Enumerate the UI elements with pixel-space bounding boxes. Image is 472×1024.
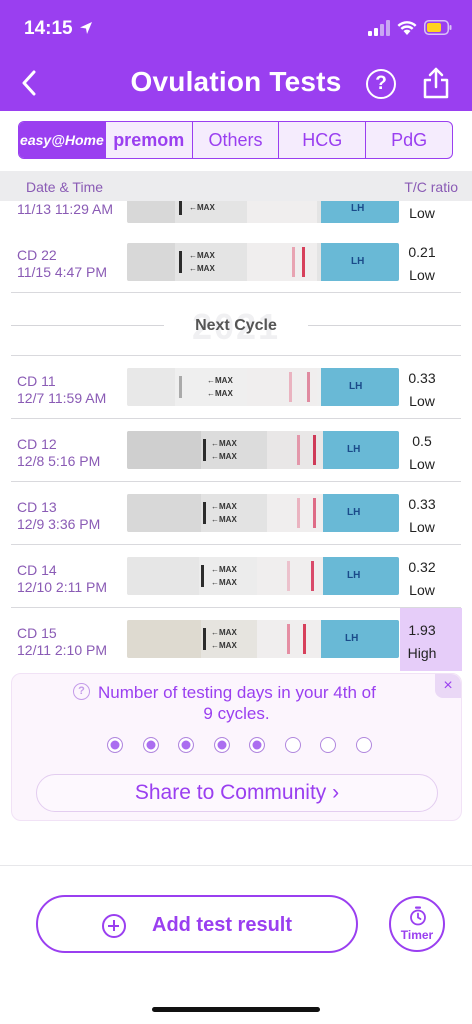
page-title: Ovulation Tests — [130, 66, 342, 97]
status-bar: 14:15 — [0, 0, 472, 56]
tab-premom[interactable]: premom — [104, 122, 192, 158]
row-cycle-day: CD 22 — [17, 247, 57, 263]
testing-days-message-cont: 9 cycles. — [203, 704, 270, 723]
test-strip-image: ←MAX LH — [127, 201, 399, 223]
row-date: 11/13 11:29 AM — [17, 201, 113, 217]
tab-easy-at-home[interactable]: easy@Home — [19, 122, 105, 158]
test-strip-image: ←MAX ←MAX LH — [127, 557, 399, 595]
column-date-time: Date & Time — [26, 179, 104, 195]
row-date: 12/7 11:59 AM — [17, 390, 107, 406]
tab-pdg[interactable]: PdG — [365, 122, 452, 158]
cellular-signal-icon — [368, 20, 390, 36]
table-row[interactable]: CD 13 12/9 3:36 PM ←MAX ←MAX LH 0.33 Low — [0, 482, 472, 545]
divider — [0, 865, 472, 866]
tab-hcg[interactable]: HCG — [278, 122, 365, 158]
progress-dot-empty — [320, 737, 336, 753]
share-icon[interactable] — [420, 66, 452, 100]
row-ratio: 0.32 — [408, 559, 436, 575]
progress-dot-empty — [284, 737, 301, 753]
row-level: Low — [409, 519, 435, 535]
row-level: Low — [409, 456, 435, 472]
row-cycle-day: CD 14 — [17, 562, 57, 578]
row-level: Low — [409, 393, 435, 409]
row-date: 11/15 4:47 PM — [17, 264, 108, 280]
question-icon[interactable]: ? — [73, 683, 90, 700]
row-cycle-day: CD 15 — [17, 625, 57, 641]
table-row[interactable]: CD 11 12/7 11:59 AM ←MAX ←MAX LH 0.33 Lo… — [0, 356, 472, 419]
tab-others[interactable]: Others — [191, 122, 279, 158]
test-strip-image: ←MAX ←MAX LH — [127, 494, 399, 532]
row-level: Low — [409, 267, 435, 283]
row-date: 12/8 5:16 PM — [17, 453, 101, 469]
table-row[interactable]: CD 14 12/10 2:11 PM ←MAX ←MAX LH 0.32 Lo… — [0, 545, 472, 608]
row-cycle-day: CD 11 — [17, 373, 56, 389]
row-ratio: 0.5 — [412, 433, 432, 449]
test-strip-image: ←MAX ←MAX LH — [127, 620, 399, 658]
app-header: 14:15 Ovulation Tests ? — [0, 0, 472, 111]
help-button[interactable]: ? — [366, 69, 396, 99]
row-ratio: 0.21 — [408, 244, 436, 260]
test-strip-image: ←MAX ←MAX LH — [127, 243, 399, 281]
home-indicator — [152, 1007, 320, 1012]
test-strip-image: ←MAX ←MAX LH — [127, 431, 399, 469]
row-level: High — [407, 645, 437, 661]
row-level: Low — [409, 205, 435, 221]
nav-bar: Ovulation Tests ? — [0, 56, 472, 111]
table-row[interactable]: 11/13 11:29 AM ←MAX LH Low — [0, 201, 472, 231]
table-row[interactable]: CD 12 12/8 5:16 PM ←MAX ←MAX LH 0.5 Low — [0, 419, 472, 482]
plus-circle-icon — [102, 914, 126, 938]
wifi-icon — [397, 21, 417, 35]
row-cycle-day: CD 12 — [17, 436, 57, 452]
table-row[interactable]: CD 15 12/11 2:10 PM ←MAX ←MAX LH 1.93 Hi… — [0, 608, 472, 671]
timer-label: Timer — [400, 928, 434, 942]
test-strip-image: ←MAX ←MAX LH — [127, 368, 399, 406]
list-header: Date & Time T/C ratio — [0, 171, 472, 201]
battery-icon — [424, 20, 452, 35]
row-ratio: 0.33 — [408, 496, 436, 512]
location-arrow-icon — [80, 22, 92, 34]
share-to-community-button[interactable]: Share to Community › — [36, 774, 438, 812]
add-test-result-label: Add test result — [152, 914, 293, 936]
row-ratio: 1.93 — [408, 622, 436, 638]
row-date: 12/10 2:11 PM — [17, 579, 108, 595]
row-date: 12/9 3:36 PM — [17, 516, 101, 532]
progress-dot-filled — [213, 737, 230, 753]
next-cycle-divider: 2021 Next Cycle — [0, 300, 472, 352]
progress-dot-filled — [107, 737, 123, 753]
stopwatch-icon — [410, 906, 426, 926]
close-card-button[interactable]: × — [435, 674, 461, 698]
row-ratio: 0.33 — [408, 370, 436, 386]
progress-dot-filled — [249, 737, 265, 753]
progress-dot-filled — [142, 737, 159, 753]
high-result-highlight — [400, 608, 462, 671]
row-date: 12/11 2:10 PM — [17, 642, 108, 658]
testing-days-message: Number of testing days in your 4th of — [98, 683, 376, 702]
testing-days-dots — [107, 737, 377, 753]
column-tc-ratio: T/C ratio — [404, 179, 458, 195]
table-row[interactable]: CD 22 11/15 4:47 PM ←MAX ←MAX LH 0.21 Lo… — [0, 231, 472, 293]
row-level: Low — [409, 582, 435, 598]
timer-button[interactable]: Timer — [389, 896, 445, 952]
status-time: 14:15 — [24, 18, 73, 39]
add-test-result-button[interactable]: Add test result — [36, 895, 358, 953]
row-cycle-day: CD 13 — [17, 499, 57, 515]
brand-tab-bar: easy@Home premom Others HCG PdG — [18, 121, 453, 159]
progress-dot-empty — [355, 737, 372, 753]
progress-dot-filled — [178, 737, 194, 753]
next-cycle-label: Next Cycle — [195, 317, 277, 334]
testing-days-card: × ? Number of testing days in your 4th o… — [11, 673, 462, 821]
